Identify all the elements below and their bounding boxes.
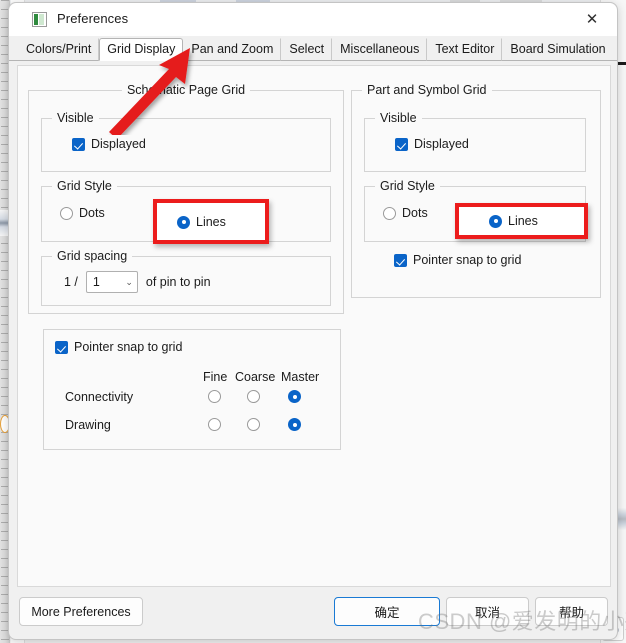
dialog-footer: More Preferences 确定 取消 帮助 — [9, 585, 617, 639]
icon-bar-green — [34, 14, 38, 25]
schematic-visible-title: Visible — [52, 111, 99, 125]
radio-unselected-icon — [383, 206, 396, 220]
schematic-grid-spacing-title: Grid spacing — [52, 249, 133, 263]
part-visible-group: Visible Displayed — [364, 111, 586, 172]
part-visible-title: Visible — [375, 111, 422, 125]
tab-colors-print[interactable]: Colors/Print — [18, 38, 100, 61]
snap-connectivity-master-radio[interactable] — [288, 390, 301, 403]
preferences-dialog: Preferences ✕ Colors/Print Grid Display … — [8, 2, 618, 640]
snap-column-master-header: Master — [281, 370, 320, 384]
part-grid-style-lines-radio[interactable]: Lines — [489, 214, 538, 228]
schematic-grid-style-lines-radio[interactable]: Lines — [177, 215, 226, 229]
snap-column-fine-header: Fine — [203, 370, 228, 384]
chevron-down-icon: ⌄ — [125, 276, 133, 287]
part-grid-style-lines-label: Lines — [508, 214, 538, 228]
tab-board-simulation[interactable]: Board Simulation — [502, 38, 613, 61]
close-icon[interactable]: ✕ — [575, 6, 609, 33]
part-pointer-snap-label: Pointer snap to grid — [413, 253, 522, 267]
ok-button[interactable]: 确定 — [334, 597, 440, 626]
grid-spacing-select[interactable]: 1 ⌄ — [85, 271, 138, 293]
snap-connectivity-coarse-radio[interactable] — [247, 390, 260, 403]
dialog-title: Preferences — [57, 11, 129, 26]
grid-spacing-value: 1 — [92, 275, 100, 289]
pointer-snap-label: Pointer snap to grid — [74, 340, 183, 354]
preferences-icon — [32, 12, 47, 27]
tab-text-editor[interactable]: Text Editor — [427, 38, 503, 61]
highlight-box-schematic-lines: Lines — [153, 199, 269, 244]
schematic-displayed-label: Displayed — [91, 137, 146, 151]
grid-spacing-prefix-label: 1 / — [64, 275, 78, 289]
snap-row-connectivity-label: Connectivity — [65, 390, 134, 404]
radio-selected-icon — [177, 215, 190, 229]
schematic-displayed-checkbox[interactable]: Displayed — [72, 137, 146, 151]
tab-grid-display[interactable]: Grid Display — [99, 38, 184, 61]
schematic-grid-style-lines-label: Lines — [196, 215, 226, 229]
part-and-symbol-grid-group: Part and Symbol Grid Visible Displayed G… — [351, 83, 601, 298]
grid-display-page: Schematic Page Grid Visible Displayed Gr… — [17, 65, 611, 587]
radio-selected-icon — [489, 214, 502, 228]
snap-drawing-fine-radio[interactable] — [208, 418, 221, 431]
schematic-visible-group: Visible Displayed — [41, 111, 331, 172]
part-grid-style-dots-label: Dots — [402, 206, 428, 220]
checkbox-checked-icon — [55, 340, 68, 354]
part-and-symbol-grid-title: Part and Symbol Grid — [362, 83, 492, 97]
more-preferences-button[interactable]: More Preferences — [19, 597, 143, 626]
part-grid-style-dots-radio[interactable]: Dots — [383, 206, 428, 220]
schematic-page-grid-title: Schematic Page Grid — [121, 83, 251, 97]
help-button[interactable]: 帮助 — [535, 597, 608, 626]
snap-drawing-coarse-radio[interactable] — [247, 418, 260, 431]
tab-pan-and-zoom[interactable]: Pan and Zoom — [183, 38, 282, 61]
pointer-snap-checkbox[interactable]: Pointer snap to grid — [55, 340, 182, 354]
pointer-snap-group: Pointer snap to grid Fine Coarse Master … — [43, 329, 341, 450]
tab-bar: Colors/Print Grid Display Pan and Zoom S… — [9, 36, 617, 61]
snap-connectivity-fine-radio[interactable] — [208, 390, 221, 403]
part-pointer-snap-checkbox[interactable]: Pointer snap to grid — [394, 253, 521, 267]
part-displayed-checkbox[interactable]: Displayed — [395, 137, 469, 151]
part-grid-style-title: Grid Style — [375, 179, 440, 193]
radio-unselected-icon — [60, 206, 73, 220]
checkbox-checked-icon — [72, 137, 85, 151]
tab-select[interactable]: Select — [281, 38, 333, 61]
highlight-box-part-lines: Lines — [455, 203, 588, 239]
checkbox-checked-icon — [394, 253, 407, 267]
cancel-button[interactable]: 取消 — [446, 597, 529, 626]
snap-drawing-master-radio[interactable] — [288, 418, 301, 431]
dialog-titlebar: Preferences ✕ — [9, 3, 617, 36]
tab-miscellaneous[interactable]: Miscellaneous — [332, 38, 428, 61]
schematic-grid-spacing-row: 1 / 1 ⌄ of pin to pin — [64, 271, 211, 293]
schematic-grid-style-dots-radio[interactable]: Dots — [60, 206, 105, 220]
icon-bar-light — [39, 14, 44, 25]
snap-column-coarse-header: Coarse — [235, 370, 276, 384]
schematic-grid-style-title: Grid Style — [52, 179, 117, 193]
schematic-grid-style-dots-label: Dots — [79, 206, 105, 220]
grid-spacing-suffix-label: of pin to pin — [145, 275, 211, 289]
snap-row-drawing-label: Drawing — [65, 418, 111, 432]
schematic-grid-spacing-group: Grid spacing 1 / 1 ⌄ of pin to pin — [41, 249, 331, 306]
checkbox-checked-icon — [395, 137, 408, 151]
part-displayed-label: Displayed — [414, 137, 469, 151]
